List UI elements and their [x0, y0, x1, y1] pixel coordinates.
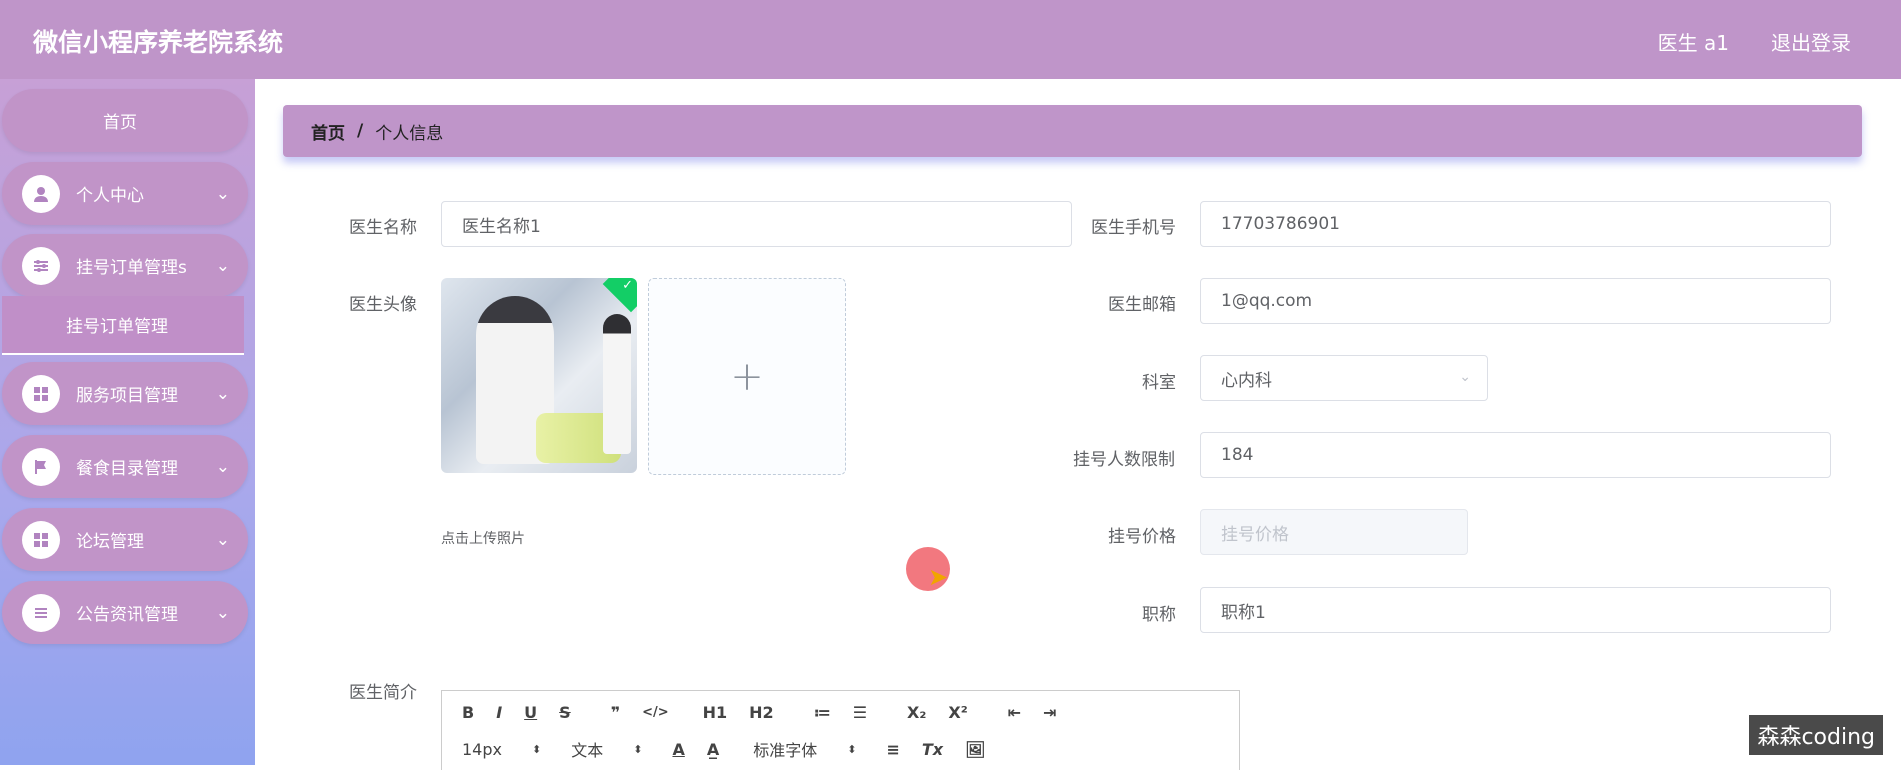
text-type-value: 文本: [571, 741, 604, 760]
grid-icon: [22, 374, 60, 413]
flag-icon: [22, 447, 60, 486]
sidebar-item-label: 公告资讯管理: [76, 605, 178, 625]
doctor-intro-label: 医生简介: [349, 683, 417, 703]
updown-icon: ⬍: [531, 742, 542, 756]
department-value: 心内科: [1221, 370, 1272, 391]
bullet-list-button[interactable]: ☰: [853, 703, 867, 722]
current-user: 医生 a1: [1657, 31, 1729, 55]
outdent-button[interactable]: ⇤: [1008, 703, 1021, 722]
font-size-select[interactable]: 14px ⬍: [462, 740, 541, 759]
code-button[interactable]: </>: [642, 705, 669, 720]
updown-icon: ⬍: [633, 742, 643, 756]
department-label: 科室: [1142, 373, 1176, 393]
chevron-down-icon: ⌄: [215, 457, 230, 477]
plus-icon: +: [730, 353, 764, 400]
doctor-email-label: 医生邮箱: [1108, 295, 1176, 315]
sidebar-item-announcements[interactable]: 公告资讯管理 ⌄: [2, 581, 248, 644]
sidebar-item-label: 餐食目录管理: [76, 459, 178, 479]
breadcrumb: 首页 / 个人信息: [283, 105, 1862, 157]
doctor-email-input[interactable]: 1@qq.com: [1200, 278, 1831, 324]
doctor-name-label: 医生名称: [349, 218, 417, 238]
grid-icon: [22, 520, 60, 559]
strike-button[interactable]: S: [559, 703, 571, 722]
watermark: 森森coding: [1749, 715, 1883, 755]
underline-button[interactable]: U: [524, 703, 537, 722]
sidebar-item-home[interactable]: 首页: [2, 89, 248, 152]
background-color-button[interactable]: A̲: [707, 740, 719, 759]
sidebar: 首页 个人中心 ⌄ 挂号订单管理s ⌄ 挂号订单管理 服务项目管理 ⌄ 餐食目录…: [0, 79, 255, 765]
breadcrumb-separator: /: [357, 121, 364, 141]
registration-price-input: 挂号价格: [1200, 509, 1468, 555]
font-color-button[interactable]: A: [672, 740, 684, 759]
registration-limit-input[interactable]: 184: [1200, 432, 1831, 478]
top-header: 微信小程序养老院系统 医生 a1 退出登录: [0, 0, 1901, 79]
doctor-avatar-image[interactable]: ✓: [441, 278, 637, 473]
doctor-phone-label: 医生手机号: [1091, 218, 1176, 238]
registration-limit-label: 挂号人数限制: [1073, 450, 1175, 470]
logout-link[interactable]: 退出登录: [1771, 27, 1851, 56]
superscript-button[interactable]: X²: [948, 703, 967, 722]
job-title-label: 职称: [1142, 605, 1176, 625]
sidebar-item-forum[interactable]: 论坛管理 ⌄: [2, 508, 248, 571]
user-icon: [22, 174, 60, 213]
job-title-input[interactable]: 职称1: [1200, 587, 1831, 633]
sidebar-item-meal-catalog[interactable]: 餐食目录管理 ⌄: [2, 435, 248, 498]
font-family-select[interactable]: 标准字体 ⬍: [753, 737, 856, 761]
indent-button[interactable]: ⇥: [1043, 703, 1056, 722]
bold-button[interactable]: B: [462, 703, 474, 722]
chevron-down-icon: ⌄: [215, 530, 230, 550]
italic-button[interactable]: I: [496, 703, 502, 722]
sidebar-subitem-registration-orders[interactable]: 挂号订单管理: [2, 296, 244, 355]
ordered-list-button[interactable]: ≔: [814, 703, 831, 722]
font-family-value: 标准字体: [753, 741, 818, 760]
doctor-name-input[interactable]: 医生名称1: [441, 201, 1072, 247]
image-icon[interactable]: 🖼: [965, 740, 985, 759]
sidebar-item-label: 个人中心: [76, 186, 144, 206]
app-title: 微信小程序养老院系统: [33, 28, 284, 57]
sidebar-item-label: 首页: [103, 113, 137, 133]
sidebar-item-label: 服务项目管理: [76, 386, 178, 406]
registration-price-label: 挂号价格: [1108, 527, 1176, 547]
check-icon: ✓: [622, 278, 633, 293]
clear-format-button[interactable]: Tx: [922, 740, 943, 759]
list-icon: [22, 593, 60, 632]
sidebar-item-personal-center[interactable]: 个人中心 ⌄: [2, 162, 248, 225]
upload-button[interactable]: +: [648, 278, 846, 475]
h2-button[interactable]: H2: [749, 703, 774, 722]
doctor-phone-input[interactable]: 17703786901: [1200, 201, 1831, 247]
chevron-down-icon: ⌄: [215, 256, 230, 276]
nurse-figure: [603, 314, 631, 454]
chevron-down-icon: ⌄: [215, 603, 230, 623]
chevron-down-icon: ⌄: [215, 184, 230, 204]
font-size-value: 14px: [462, 739, 502, 759]
doctor-avatar-label: 医生头像: [349, 295, 417, 315]
blockquote-button[interactable]: ❞: [611, 703, 620, 722]
upload-tip: 点击上传照片: [441, 531, 525, 547]
rich-text-toolbar: B I U S ❞ </> H1 H2 ≔ ☰ X₂ X² ⇤ ⇥ 14px ⬍ …: [441, 690, 1240, 770]
align-button[interactable]: ≡: [886, 740, 899, 759]
breadcrumb-current: 个人信息: [375, 123, 444, 144]
sidebar-item-label: 论坛管理: [76, 532, 144, 552]
chevron-down-icon: ⌄: [215, 384, 230, 404]
sidebar-item-registration-orders[interactable]: 挂号订单管理s ⌄: [2, 234, 248, 297]
department-select[interactable]: 心内科 ⌄: [1200, 355, 1488, 401]
sidebar-item-label: 挂号订单管理s: [76, 258, 187, 278]
sliders-icon: [22, 246, 60, 285]
text-type-select[interactable]: 文本 ⬍: [571, 737, 642, 761]
breadcrumb-home[interactable]: 首页: [311, 119, 345, 144]
sidebar-item-service-items[interactable]: 服务项目管理 ⌄: [2, 362, 248, 425]
updown-icon: ⬍: [847, 742, 857, 756]
cursor-icon: ➤: [928, 563, 949, 591]
chevron-down-icon: ⌄: [1459, 369, 1471, 385]
subscript-button[interactable]: X₂: [907, 703, 926, 722]
h1-button[interactable]: H1: [703, 703, 728, 722]
